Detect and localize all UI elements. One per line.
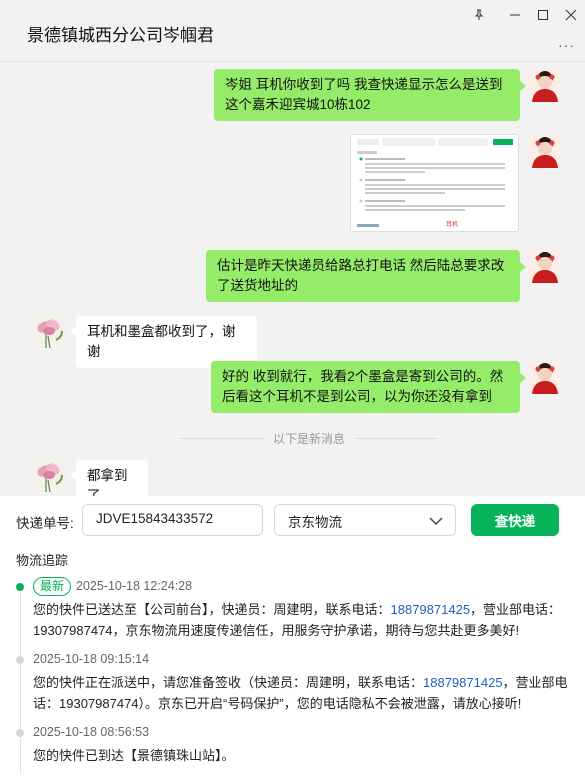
message-text: 好的 收到就行，我看2个墨盒是寄到公司的。然后看这个耳机不是到公司，以为你还没有… bbox=[222, 369, 504, 404]
event-text: 您的快件正在派送中，请您准备签收（快递员：周建明，联系电话： bbox=[33, 675, 424, 690]
tracking-number-input[interactable]: JDVE15843433572 bbox=[82, 504, 263, 536]
new-messages-divider: 以下是新消息 bbox=[180, 430, 439, 446]
event-detail: 您的快件已送达至【公司前台】，快递员：周建明，联系电话：18879871425，… bbox=[33, 599, 573, 641]
event-text: 您的快件已到达【景德镇珠山站】。 bbox=[33, 748, 235, 763]
timeline-dot bbox=[16, 656, 24, 664]
event-detail: 您的快件已到达【景德镇珠山站】。 bbox=[33, 745, 573, 766]
message-text: 都拿到了 bbox=[87, 468, 128, 496]
message-bubble-other[interactable]: 都拿到了 bbox=[76, 460, 148, 496]
screenshot-image-message[interactable]: 耳机 bbox=[350, 134, 519, 232]
message-text: 岑姐 耳机你收到了吗 我查快递显示怎么是送到这个嘉禾迎宾城10栋102 bbox=[225, 77, 503, 112]
my-avatar[interactable] bbox=[528, 134, 562, 168]
chat-title: 景德镇城西分公司岑帼君 bbox=[27, 26, 214, 45]
message-bubble-mine[interactable]: 估计是昨天快递员给路总打电话 然后陆总要求改了送货地址的 bbox=[206, 250, 520, 302]
more-options-icon[interactable]: ··· bbox=[558, 37, 575, 53]
event-text: 您的快件已送达至【公司前台】，快递员：周建明，联系电话： bbox=[33, 602, 391, 617]
image-annotation: 耳机 bbox=[446, 222, 459, 228]
query-express-button[interactable]: 查快递 bbox=[471, 504, 559, 536]
message-text: 耳机和墨盒都收到了，谢谢 bbox=[87, 324, 236, 359]
close-icon[interactable] bbox=[562, 6, 580, 24]
contact-avatar[interactable] bbox=[32, 314, 66, 348]
event-time: 2025-10-18 08:56:53 bbox=[33, 725, 150, 739]
my-avatar[interactable] bbox=[528, 249, 562, 283]
bubble-tail bbox=[520, 81, 526, 91]
contact-avatar[interactable] bbox=[32, 458, 66, 492]
carrier-selected: 京东物流 bbox=[288, 515, 342, 530]
title-bar: 景德镇城西分公司岑帼君 ··· bbox=[0, 0, 585, 62]
timeline-dot-latest bbox=[16, 583, 24, 591]
bubble-tail bbox=[520, 262, 526, 272]
timeline-line bbox=[20, 592, 21, 774]
new-messages-label: 以下是新消息 bbox=[273, 431, 346, 446]
message-bubble-mine[interactable]: 岑姐 耳机你收到了吗 我查快递显示怎么是送到这个嘉禾迎宾城10栋102 bbox=[214, 69, 520, 121]
chevron-down-icon bbox=[429, 514, 443, 529]
express-tracking-panel: 快递单号: JDVE15843433572 京东物流 查快递 物流追踪 最新 2… bbox=[0, 496, 585, 782]
bubble-tail bbox=[520, 373, 526, 383]
phone-link[interactable]: 18879871425 bbox=[423, 675, 503, 690]
maximize-icon[interactable] bbox=[534, 6, 552, 24]
my-avatar[interactable] bbox=[528, 68, 562, 102]
my-avatar[interactable] bbox=[528, 360, 562, 394]
tracking-section-title: 物流追踪 bbox=[16, 553, 69, 568]
latest-badge: 最新 bbox=[33, 577, 72, 596]
event-detail: 您的快件正在派送中，请您准备签收（快递员：周建明，联系电话：1887987142… bbox=[33, 672, 573, 714]
event-time: 2025-10-18 12:24:28 bbox=[76, 579, 193, 593]
divider-line bbox=[180, 437, 263, 439]
phone-link[interactable]: 18879871425 bbox=[391, 602, 471, 617]
tracking-number-label: 快递单号: bbox=[16, 516, 74, 531]
message-text: 估计是昨天快递员给路总打电话 然后陆总要求改了送货地址的 bbox=[217, 258, 505, 293]
timeline-dot bbox=[16, 729, 24, 737]
divider-line bbox=[355, 437, 439, 439]
chat-area: 岑姐 耳机你收到了吗 我查快递显示怎么是送到这个嘉禾迎宾城10栋102 耳机 估… bbox=[0, 62, 585, 496]
minimize-icon[interactable] bbox=[506, 6, 524, 24]
pin-icon[interactable] bbox=[470, 6, 488, 24]
event-time: 2025-10-18 09:15:14 bbox=[33, 652, 150, 666]
message-bubble-mine[interactable]: 好的 收到就行，我看2个墨盒是寄到公司的。然后看这个耳机不是到公司，以为你还没有… bbox=[211, 361, 520, 413]
carrier-select[interactable]: 京东物流 bbox=[274, 504, 456, 536]
